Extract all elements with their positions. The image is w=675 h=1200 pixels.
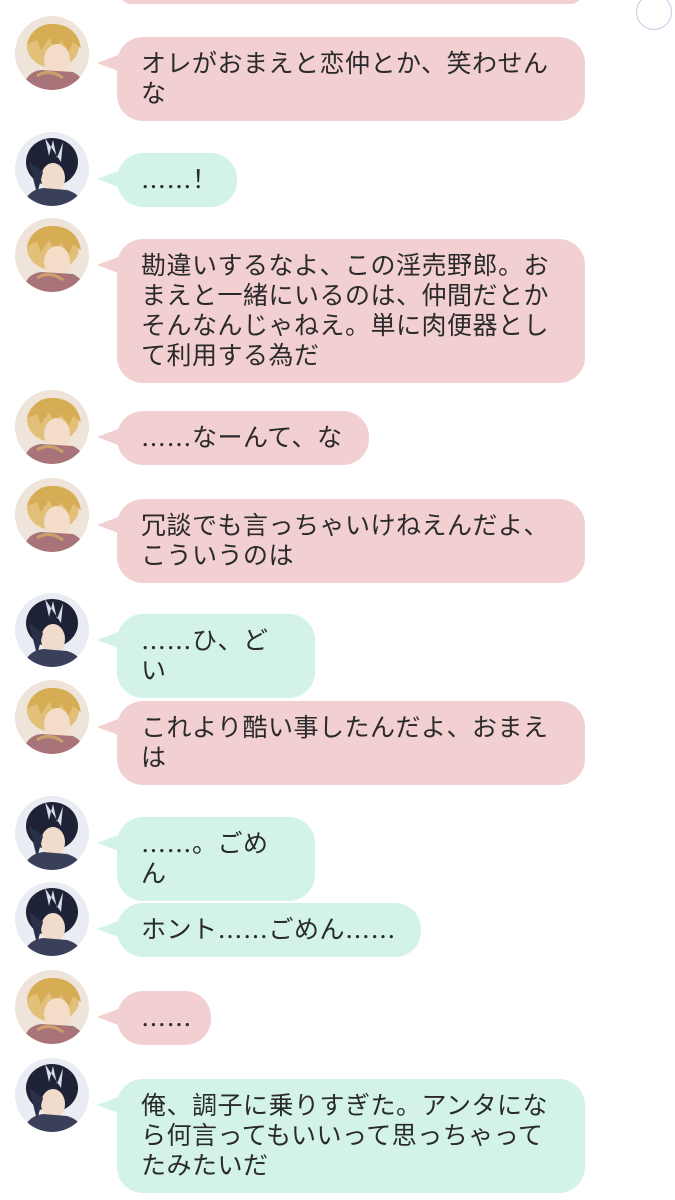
message-bubble[interactable]: オレがおまえと恋仲とか、笑わせんな: [117, 37, 585, 121]
message-bubble[interactable]: 俺、調子に乗りすぎた。アンタになら何言ってもいいって思っちゃってたみたいだ: [117, 1079, 585, 1193]
message-bubble[interactable]: ……ひ、どい: [117, 614, 315, 698]
previous-message-bubble: [120, 0, 582, 4]
blonde-avatar-icon[interactable]: [15, 970, 89, 1044]
message-bubble[interactable]: 冗談でも言っちゃいけねえんだよ、こういうのは: [117, 499, 585, 583]
blonde-avatar-icon[interactable]: [15, 390, 89, 464]
dark-avatar-icon[interactable]: [15, 132, 89, 206]
dark-avatar-icon[interactable]: [15, 593, 89, 667]
blonde-avatar-icon[interactable]: [15, 218, 89, 292]
dark-avatar-icon[interactable]: [15, 882, 89, 956]
message-bubble[interactable]: これより酷い事したんだよ、おまえは: [117, 701, 585, 785]
blonde-avatar-icon[interactable]: [15, 16, 89, 90]
message-bubble[interactable]: ホント……ごめん……: [117, 903, 421, 957]
message-bubble[interactable]: 勘違いするなよ、この淫売野郎。おまえと一緒にいるのは、仲間だとかそんなんじゃねえ…: [117, 239, 585, 383]
message-bubble[interactable]: ……なーんて、な: [117, 411, 369, 465]
dark-avatar-icon[interactable]: [15, 1058, 89, 1132]
message-bubble[interactable]: ……！: [117, 153, 237, 207]
dark-avatar-icon[interactable]: [15, 796, 89, 870]
message-bubble[interactable]: ……。ごめん: [117, 817, 315, 901]
scroll-to-top-button[interactable]: [636, 0, 672, 30]
blonde-avatar-icon[interactable]: [15, 478, 89, 552]
message-bubble[interactable]: ……: [117, 991, 211, 1045]
blonde-avatar-icon[interactable]: [15, 680, 89, 754]
